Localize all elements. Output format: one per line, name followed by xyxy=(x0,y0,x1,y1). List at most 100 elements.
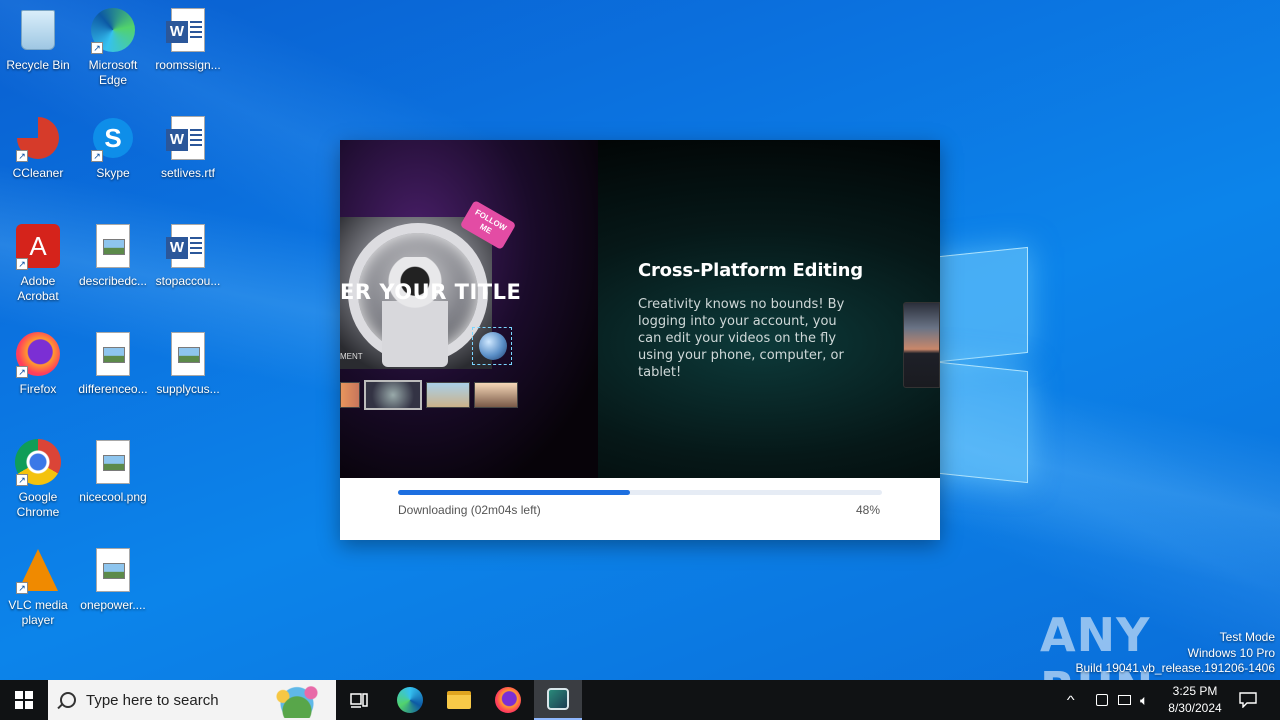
desktop-icon-label: Google Chrome xyxy=(16,490,60,519)
skype-icon: S ↗ xyxy=(89,114,137,162)
installer-window: ER YOUR TITLE FOLLOW ME MENT Cross-Platf… xyxy=(340,140,940,540)
image-file-icon xyxy=(89,438,137,486)
chevron-up-icon[interactable]: ^ xyxy=(1067,693,1089,707)
desktop-icon-ccleaner[interactable]: ↗ CCleaner xyxy=(0,114,76,181)
thumbnail xyxy=(340,382,360,408)
planet-sticker xyxy=(472,327,512,365)
clock-time: 3:25 PM xyxy=(1172,684,1218,698)
folder-icon xyxy=(447,691,471,709)
next-slide-preview[interactable] xyxy=(903,302,940,388)
clock-date: 8/30/2024 xyxy=(1168,701,1222,715)
thumbnail-strip xyxy=(340,380,518,412)
desktop-icon-edge[interactable]: ↗ Microsoft Edge xyxy=(75,6,151,88)
taskbar-file-explorer-button[interactable] xyxy=(435,680,483,720)
chrome-icon: ↗ xyxy=(14,438,62,486)
desktop-icon-vlc[interactable]: ↗ VLC media player xyxy=(0,546,76,628)
desktop-icon-firefox[interactable]: ↗ Firefox xyxy=(0,330,76,397)
meet-now-icon[interactable] xyxy=(1096,694,1108,706)
desktop-icon-acrobat[interactable]: A ↗ Adobe Acrobat xyxy=(0,222,76,304)
desktop-icon-word-doc[interactable]: Wroomssign... xyxy=(150,6,226,73)
shortcut-arrow-icon: ↗ xyxy=(91,150,103,162)
preview-title-text: ER YOUR TITLE xyxy=(340,280,522,304)
desktop-icon-label: onepower.... xyxy=(80,598,146,612)
taskbar-edge-button[interactable] xyxy=(386,680,434,720)
desktop-icon-image-file[interactable]: nicecool.png xyxy=(75,438,151,505)
edge-icon: ↗ xyxy=(89,6,137,54)
taskbar: Type here to search ^ 🔈︎ 3:25 PM 8/30/20… xyxy=(0,680,1280,720)
desktop-icon-recycle-bin[interactable]: Recycle Bin xyxy=(0,6,76,73)
vlc-icon: ↗ xyxy=(14,546,62,594)
word-doc-icon: W xyxy=(164,222,212,270)
notification-icon xyxy=(1239,692,1257,708)
desktop-icon-chrome[interactable]: ↗ Google Chrome xyxy=(0,438,76,520)
shortcut-arrow-icon: ↗ xyxy=(16,582,28,594)
task-view-button[interactable] xyxy=(336,680,384,720)
word-doc-icon: W xyxy=(164,6,212,54)
shortcut-arrow-icon: ↗ xyxy=(91,42,103,54)
desktop-icon-skype[interactable]: S ↗ Skype xyxy=(75,114,151,181)
action-center-button[interactable] xyxy=(1224,680,1272,720)
feature-description: Creativity knows no bounds! By logging i… xyxy=(638,297,845,380)
desktop-icon-image-file[interactable]: describedc... xyxy=(75,222,151,289)
system-tray: ^ 🔈︎ xyxy=(1067,680,1149,720)
desktop-icon-label: Firefox xyxy=(19,382,57,396)
volume-icon[interactable]: 🔈︎ xyxy=(1140,692,1148,709)
download-progress-area: Downloading (02m04s left) 48% xyxy=(340,478,940,540)
desktop-icon-image-file[interactable]: differenceo... xyxy=(75,330,151,397)
shortcut-arrow-icon: ↗ xyxy=(16,474,28,486)
desktop-icon-label: nicecool.png xyxy=(79,490,147,504)
progress-track xyxy=(398,490,882,495)
desktop-icon-label: Adobe Acrobat xyxy=(17,274,59,303)
progress-fill xyxy=(398,490,631,495)
shortcut-arrow-icon: ↗ xyxy=(16,150,28,162)
preview-side-text: MENT xyxy=(340,352,363,361)
desktop-icon-label: Skype xyxy=(96,166,130,180)
windows-start-icon xyxy=(15,691,33,709)
search-placeholder: Type here to search xyxy=(86,691,219,709)
feature-banner: ER YOUR TITLE FOLLOW ME MENT Cross-Platf… xyxy=(340,140,940,478)
desktop-icon-word-doc[interactable]: Wsetlives.rtf xyxy=(150,114,226,181)
desktop-icon-label: roomssign... xyxy=(155,58,221,72)
build-label: Build 19041.vb_release.191206-1406 xyxy=(1075,661,1276,675)
recycle-bin-icon xyxy=(14,6,62,54)
ccleaner-icon: ↗ xyxy=(14,114,62,162)
os-label: Windows 10 Pro xyxy=(1187,645,1275,660)
image-file-icon xyxy=(164,330,212,378)
search-icon xyxy=(60,692,76,708)
desktop-icon-image-file[interactable]: onepower.... xyxy=(75,546,151,613)
firefox-icon xyxy=(495,687,521,713)
download-percent: 48% xyxy=(855,503,880,517)
network-icon[interactable] xyxy=(1118,695,1131,705)
taskbar-installer-button[interactable] xyxy=(534,680,582,720)
start-button[interactable] xyxy=(0,680,48,720)
desktop-icon-image-file[interactable]: supplycus... xyxy=(150,330,226,397)
installer-app-icon xyxy=(547,688,569,710)
thumbnail xyxy=(426,382,470,408)
taskbar-search-box[interactable]: Type here to search xyxy=(48,680,336,720)
feature-title: Cross-Platform Editing xyxy=(638,260,863,281)
thumbnail xyxy=(474,382,518,408)
system-info-watermark: Test Mode Windows 10 Pro Build 19041.vb_… xyxy=(1076,630,1276,677)
test-mode-label: Test Mode xyxy=(1219,630,1275,644)
image-file-icon xyxy=(89,546,137,594)
banner-illustration: ER YOUR TITLE FOLLOW ME MENT xyxy=(340,140,598,478)
desktop-icon-label: supplycus... xyxy=(156,382,220,396)
desktop-icon-label: setlives.rtf xyxy=(160,166,215,180)
firefox-icon: ↗ xyxy=(14,330,62,378)
thumbnail-selected xyxy=(364,380,422,410)
taskbar-clock[interactable]: 3:25 PM 8/30/2024 xyxy=(1160,683,1230,717)
download-status: Downloading (02m04s left) xyxy=(398,503,541,517)
desktop-icon-label: Recycle Bin xyxy=(6,58,70,72)
desktop-icon-label: Microsoft Edge xyxy=(88,58,138,87)
desktop-icon-word-doc[interactable]: Wstopaccou... xyxy=(150,222,226,289)
desktop-icon-label: CCleaner xyxy=(12,166,64,180)
desktop-icon-label: VLC media player xyxy=(8,598,68,627)
windows-logo-wallpaper xyxy=(930,240,1030,484)
desktop-icon-label: describedc... xyxy=(78,274,148,288)
shortcut-arrow-icon: ↗ xyxy=(16,258,28,270)
taskbar-firefox-button[interactable] xyxy=(484,680,532,720)
image-file-icon xyxy=(89,222,137,270)
search-highlight-art xyxy=(262,682,332,718)
task-view-icon xyxy=(350,693,368,708)
word-doc-icon: W xyxy=(164,114,212,162)
